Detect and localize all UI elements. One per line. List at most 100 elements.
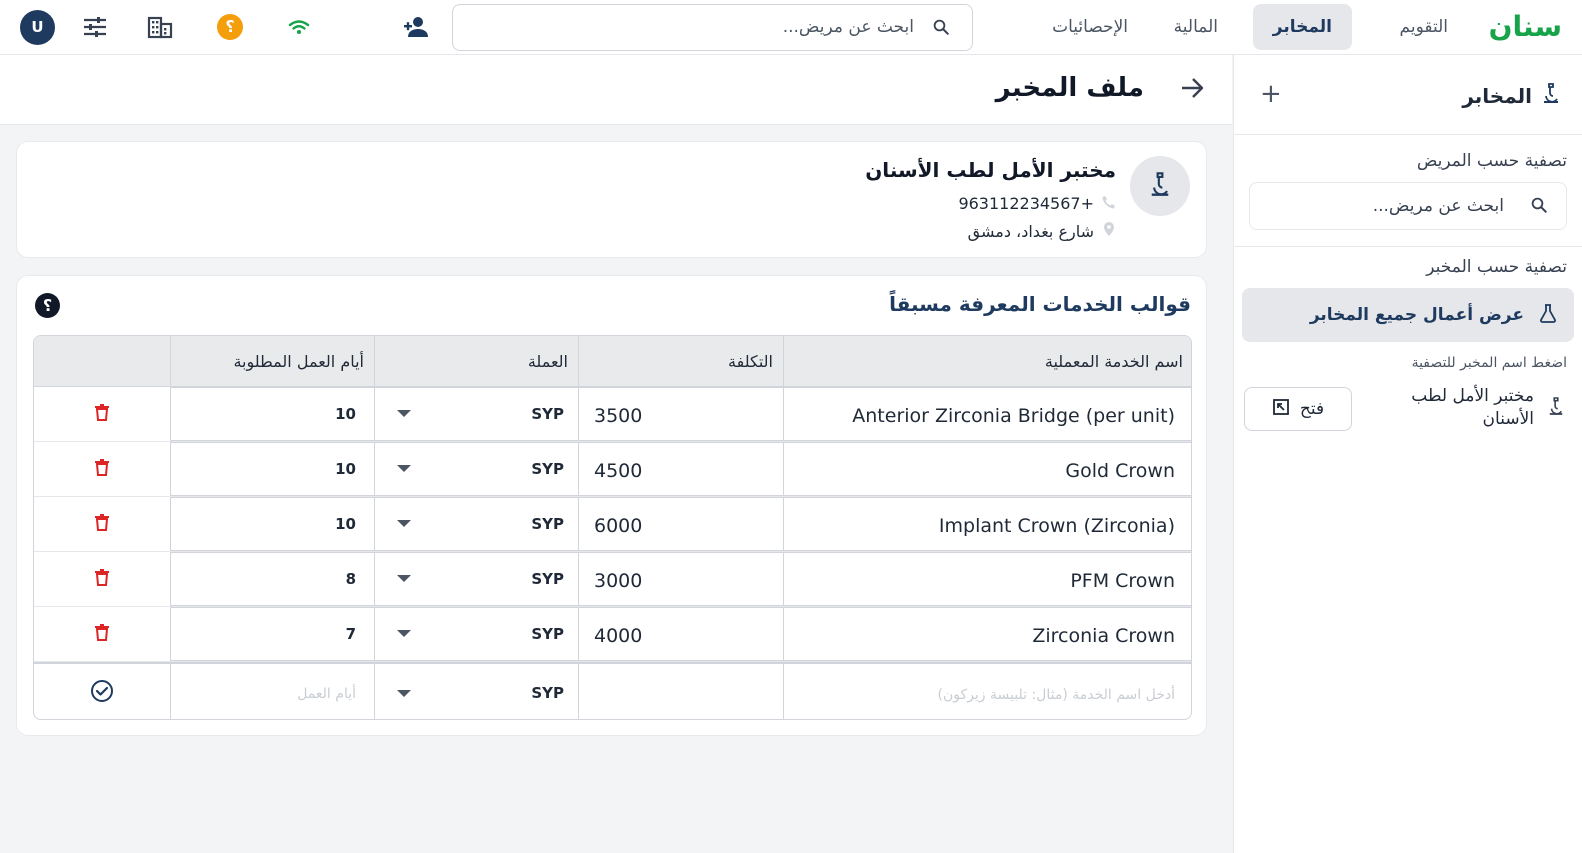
delete-row-button[interactable] [34, 497, 170, 551]
currency-select[interactable]: SYP [374, 607, 578, 661]
add-lab-button[interactable]: + [1260, 79, 1282, 109]
service-days-cell[interactable]: 10 [170, 442, 374, 496]
service-name-cell[interactable]: Implant Crown (Zirconia) [783, 497, 1191, 551]
microscope-icon [1542, 82, 1560, 109]
patient-search-input[interactable] [494, 17, 914, 37]
new-currency-select[interactable]: SYP [374, 664, 578, 719]
add-person-icon[interactable] [400, 10, 434, 44]
service-days-cell[interactable]: 7 [170, 607, 374, 661]
service-name-cell[interactable]: Zirconia Crown [783, 607, 1191, 661]
lab-avatar [1130, 156, 1190, 216]
microscope-icon [1548, 396, 1564, 420]
currency-select[interactable]: SYP [374, 387, 578, 441]
lab-address: شارع بغداد، دمشق [967, 221, 1094, 241]
service-cost-cell[interactable]: 3500 [578, 387, 783, 441]
user-avatar[interactable]: U [20, 10, 55, 45]
table-row: Anterior Zirconia Bridge (per unit) 3500… [34, 387, 1191, 442]
labs-sidebar: المخابر + تصفية حسب المريض تصفية حسب الم… [1233, 55, 1582, 853]
lab-phone: 963112234567+ [958, 194, 1094, 213]
table-row: Implant Crown (Zirconia) 6000 SYP 10 [34, 497, 1191, 552]
help-icon[interactable]: ؟ [35, 293, 60, 318]
service-days-cell[interactable]: 10 [170, 387, 374, 441]
table-header: اسم الخدمة المعملية التكلفة العملة أيام … [34, 336, 1191, 387]
sidebar-lab-name[interactable]: مختبر الأمل لطب الأسنان [1384, 385, 1534, 431]
trash-icon [95, 513, 109, 535]
sidebar-title-text: المخابر [1462, 83, 1532, 108]
service-days-cell[interactable]: 10 [170, 497, 374, 551]
back-arrow-icon[interactable] [1180, 77, 1204, 103]
currency-select[interactable]: SYP [374, 552, 578, 606]
search-icon [932, 18, 950, 40]
new-service-days-input[interactable]: أيام العمل [170, 664, 374, 719]
currency-value: SYP [531, 570, 564, 588]
delete-row-button[interactable] [34, 607, 170, 661]
patient-search-box[interactable] [452, 4, 973, 51]
new-service-name-placeholder: أدخل اسم الخدمة (مثال: تلبيسة زيركون) [937, 687, 1175, 703]
service-cost-cell[interactable]: 4000 [578, 607, 783, 661]
open-lab-label: فتح [1299, 399, 1325, 419]
page-title: ملف المخبر [995, 73, 1144, 103]
new-service-cost-input[interactable] [578, 664, 783, 719]
sidebar-title: المخابر [1462, 82, 1560, 109]
filter-hint: اضغط اسم المخبر للتصفية [1411, 355, 1567, 371]
tab-finance[interactable]: المالية [1154, 4, 1238, 50]
trash-icon [95, 403, 109, 425]
open-lab-button[interactable]: فتح [1244, 387, 1352, 431]
trash-icon [95, 623, 109, 645]
tab-statistics[interactable]: الإحصائيات [1032, 4, 1148, 50]
service-cost-cell[interactable]: 6000 [578, 497, 783, 551]
currency-value: SYP [531, 684, 564, 702]
wifi-icon [282, 10, 316, 44]
page-header: ملف المخبر [0, 55, 1232, 125]
sliders-icon[interactable] [78, 10, 112, 44]
table-row: PFM Crown 3000 SYP 8 [34, 552, 1191, 607]
currency-select[interactable]: SYP [374, 442, 578, 496]
new-service-row: أدخل اسم الخدمة (مثال: تلبيسة زيركون) SY… [34, 662, 1191, 719]
chevron-down-icon [397, 690, 411, 697]
sidebar-lab-item[interactable]: مختبر الأمل لطب الأسنان [1384, 385, 1564, 431]
chevron-down-icon [397, 630, 411, 637]
sidebar-search-box[interactable] [1249, 182, 1567, 230]
trash-icon [95, 568, 109, 590]
delete-row-button[interactable] [34, 552, 170, 606]
tab-calendar[interactable]: التقويم [1380, 4, 1468, 50]
new-service-days-placeholder: أيام العمل [297, 686, 356, 702]
currency-value: SYP [531, 405, 564, 423]
col-header-cost: التكلفة [578, 336, 783, 387]
delete-row-button[interactable] [34, 387, 170, 441]
chevron-down-icon [397, 575, 411, 582]
lab-phone-row: 963112234567+ [958, 194, 1116, 213]
col-header-actions [34, 336, 170, 387]
coin-icon[interactable]: ؟ [213, 10, 247, 44]
show-all-labs-label: عرض أعمال جميع المخابر [1309, 305, 1524, 325]
service-templates-card: قوالب الخدمات المعرفة مسبقاً ؟ اسم الخدم… [16, 275, 1207, 736]
service-templates-title: قوالب الخدمات المعرفة مسبقاً [889, 292, 1191, 316]
service-name-cell[interactable]: PFM Crown [783, 552, 1191, 606]
new-service-name-input[interactable]: أدخل اسم الخدمة (مثال: تلبيسة زيركون) [783, 664, 1191, 719]
check-circle-icon [90, 679, 114, 707]
top-bar: سنان التقويم المخابر المالية الإحصائيات … [0, 0, 1582, 55]
currency-select[interactable]: SYP [374, 497, 578, 551]
sidebar-patient-search-input[interactable] [1274, 196, 1504, 216]
service-days-cell[interactable]: 8 [170, 552, 374, 606]
building-icon[interactable] [143, 10, 177, 44]
chevron-down-icon [397, 520, 411, 527]
currency-value: SYP [531, 460, 564, 478]
brand-logo[interactable]: سنان [1489, 10, 1562, 43]
service-name-cell[interactable]: Gold Crown [783, 442, 1191, 496]
sidebar-header: المخابر + [1234, 55, 1582, 135]
tab-labs[interactable]: المخابر [1252, 4, 1352, 50]
show-all-labs-button[interactable]: عرض أعمال جميع المخابر [1242, 288, 1574, 342]
service-cost-cell[interactable]: 3000 [578, 552, 783, 606]
delete-row-button[interactable] [34, 442, 170, 496]
service-cost-cell[interactable]: 4500 [578, 442, 783, 496]
service-name-cell[interactable]: Anterior Zirconia Bridge (per unit) [783, 387, 1191, 441]
trash-icon [95, 458, 109, 480]
save-new-row-button[interactable] [34, 664, 170, 719]
currency-value: SYP [531, 515, 564, 533]
table-row: Zirconia Crown 4000 SYP 7 [34, 607, 1191, 662]
service-templates-table: اسم الخدمة المعملية التكلفة العملة أيام … [33, 335, 1192, 720]
chevron-down-icon [397, 410, 411, 417]
chevron-down-icon [397, 465, 411, 472]
flask-icon [1538, 303, 1558, 328]
